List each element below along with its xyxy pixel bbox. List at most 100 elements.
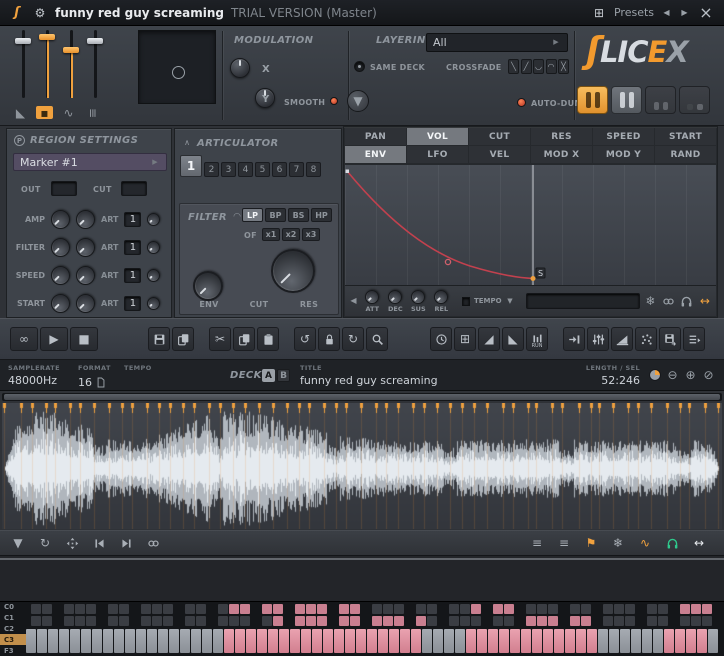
run-tool-button[interactable]: RUN <box>526 327 548 351</box>
fade-out-button[interactable]: ◣ <box>502 327 524 351</box>
previous-marker-button[interactable] <box>89 534 109 552</box>
piano-key[interactable] <box>350 616 360 626</box>
piano-key[interactable] <box>515 604 525 614</box>
piano-key[interactable] <box>609 629 619 653</box>
piano-key[interactable] <box>196 616 206 626</box>
piano-key[interactable] <box>108 616 118 626</box>
stretch-button[interactable]: ↔ <box>689 534 709 552</box>
crossfade-shape-4[interactable]: ◠ <box>545 59 557 74</box>
piano-key[interactable] <box>625 616 635 626</box>
piano-key[interactable] <box>394 604 404 614</box>
piano-key[interactable] <box>570 604 580 614</box>
smooth-button[interactable]: ∿ <box>635 534 655 552</box>
piano-key[interactable] <box>592 616 602 626</box>
piano-key[interactable] <box>477 629 487 653</box>
piano-key[interactable] <box>229 616 239 626</box>
next-marker-button[interactable] <box>116 534 136 552</box>
region-knob-2[interactable] <box>72 261 99 289</box>
region-knob-2[interactable] <box>72 205 99 233</box>
piano-key[interactable] <box>26 629 36 653</box>
piano-key[interactable] <box>262 616 272 626</box>
piano-key[interactable] <box>625 604 635 614</box>
piano-key[interactable] <box>636 616 646 626</box>
envelope-target-tab[interactable]: START <box>655 128 716 145</box>
view-wave-only[interactable] <box>645 86 676 114</box>
piano-key[interactable] <box>174 616 184 626</box>
piano-key[interactable] <box>262 604 272 614</box>
sample-title-value[interactable]: funny red guy screaming <box>300 374 438 387</box>
piano-key[interactable] <box>598 629 608 653</box>
mode-square[interactable]: ▪ <box>36 106 53 119</box>
piano-key[interactable] <box>592 604 602 614</box>
articulator-select-button[interactable]: 8 <box>306 162 321 177</box>
piano-key[interactable] <box>59 629 69 653</box>
piano-key[interactable] <box>691 604 701 614</box>
filter-cut-knob[interactable] <box>261 239 325 303</box>
piano-key[interactable] <box>466 629 476 653</box>
piano-key[interactable] <box>185 616 195 626</box>
piano-key[interactable] <box>565 629 575 653</box>
piano-key[interactable] <box>141 616 151 626</box>
piano-key[interactable] <box>114 629 124 653</box>
loop-mode-button[interactable]: ↻ <box>35 534 55 552</box>
piano-key[interactable] <box>196 604 206 614</box>
slider-handle[interactable] <box>39 34 55 40</box>
piano-key[interactable] <box>691 616 701 626</box>
save-sample-as-button[interactable] <box>659 327 681 351</box>
piano-key[interactable] <box>422 629 432 653</box>
piano-key[interactable] <box>86 604 96 614</box>
piano-key[interactable] <box>647 604 657 614</box>
collapse-icon[interactable]: ∧ <box>182 135 192 151</box>
keyboard-keys[interactable] <box>26 602 724 656</box>
loop-record-button[interactable]: ∞ <box>10 327 38 351</box>
piano-key[interactable] <box>581 616 591 626</box>
tempo-checkbox[interactable] <box>461 296 470 306</box>
piano-key[interactable] <box>713 604 723 614</box>
piano-key[interactable] <box>86 616 96 626</box>
layer-slider-3[interactable] <box>62 30 80 106</box>
piano-key[interactable] <box>510 629 520 653</box>
piano-key[interactable] <box>92 629 102 653</box>
slider-handle[interactable] <box>87 38 103 44</box>
piano-key[interactable] <box>713 616 723 626</box>
crossfade-shape-3[interactable]: ◡ <box>533 59 544 74</box>
piano-key[interactable] <box>136 629 146 653</box>
piano-key[interactable] <box>471 616 481 626</box>
copy-button[interactable] <box>233 327 255 351</box>
articulator-number-box[interactable]: 1 <box>124 211 142 227</box>
snap-link-button[interactable] <box>143 534 163 552</box>
scroll-left-icon[interactable]: ◀ <box>349 293 358 309</box>
cut-value-box[interactable] <box>121 181 147 196</box>
piano-key[interactable] <box>53 604 63 614</box>
articulator-number-box[interactable]: 1 <box>124 295 142 311</box>
piano-key[interactable] <box>328 604 338 614</box>
articulator-select-button[interactable]: 4 <box>238 162 253 177</box>
crossfade-shape-1[interactable]: ╲ <box>508 59 519 74</box>
piano-key[interactable] <box>251 616 261 626</box>
piano-key[interactable] <box>213 629 223 653</box>
piano-key[interactable] <box>372 604 382 614</box>
panel-icon[interactable]: P <box>14 135 25 146</box>
piano-key[interactable] <box>361 604 371 614</box>
format-value[interactable]: 16 <box>78 374 111 390</box>
piano-key[interactable] <box>306 604 316 614</box>
preset-prev-icon[interactable]: ◀ <box>661 6 672 20</box>
piano-key[interactable] <box>708 629 718 653</box>
piano-key[interactable] <box>697 629 707 653</box>
region-knob-3[interactable] <box>144 293 164 313</box>
piano-key[interactable] <box>576 629 586 653</box>
piano-key[interactable] <box>614 604 624 614</box>
piano-key[interactable] <box>427 616 437 626</box>
piano-key[interactable] <box>163 616 173 626</box>
piano-key[interactable] <box>394 616 404 626</box>
piano-key[interactable] <box>339 604 349 614</box>
piano-key[interactable] <box>515 616 525 626</box>
piano-key[interactable] <box>130 616 140 626</box>
piano-key[interactable] <box>416 604 426 614</box>
piano-key[interactable] <box>389 629 399 653</box>
mode-ramp[interactable]: ◣ <box>12 106 29 119</box>
envelope-source-tab[interactable]: MOD X <box>531 146 592 163</box>
piano-key[interactable] <box>251 604 261 614</box>
xy-position-dot[interactable] <box>172 65 186 79</box>
region-knob-1[interactable] <box>47 261 74 289</box>
